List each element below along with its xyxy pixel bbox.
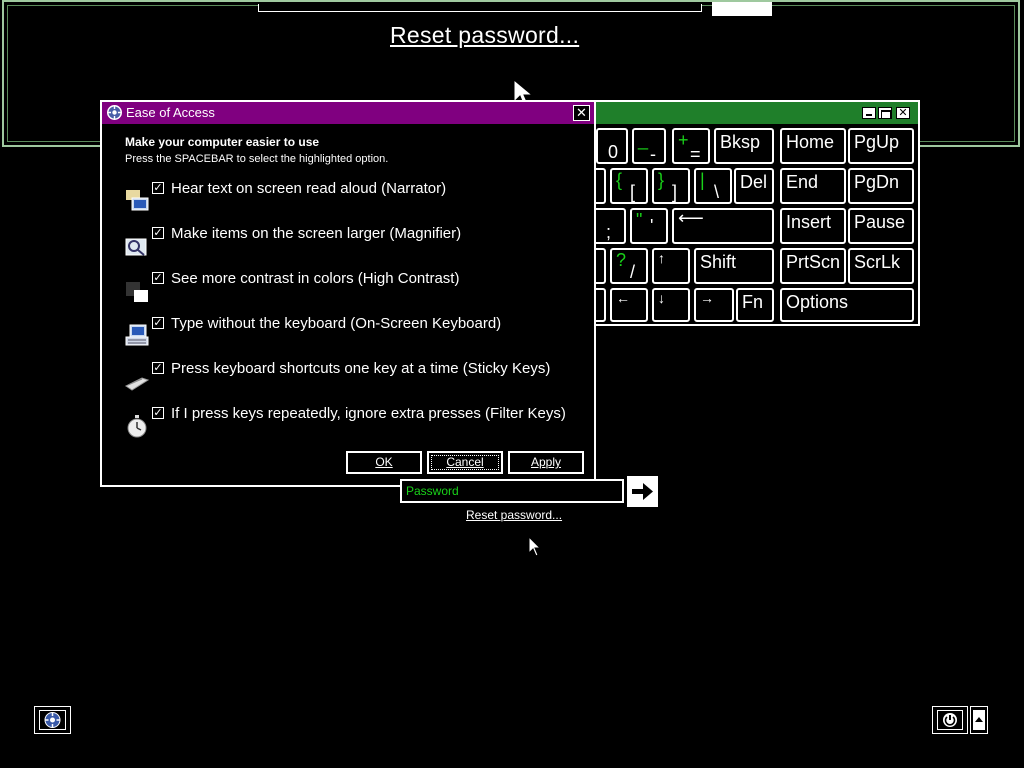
key-enter[interactable]: ⟵	[672, 208, 774, 244]
magnified-button-edge	[712, 2, 772, 16]
password-field[interactable]: Password	[400, 479, 624, 503]
high-contrast-icon	[126, 282, 148, 302]
key-insert[interactable]: Insert	[780, 208, 846, 244]
checkbox-narrator[interactable]: ✓	[152, 182, 164, 194]
key-backslash[interactable]: | \	[694, 168, 732, 204]
mouse-cursor-icon	[528, 537, 542, 557]
stopwatch-icon	[127, 415, 147, 438]
keyboard-icon	[125, 324, 149, 346]
arrow-right-icon	[632, 483, 653, 500]
checkbox-magnifier[interactable]: ✓	[152, 227, 164, 239]
key-end[interactable]: End	[780, 168, 846, 204]
option-label: Hear text on screen read aloud (Narrator…	[171, 180, 447, 197]
key-backspace[interactable]: Bksp	[714, 128, 774, 164]
checkbox-high-contrast[interactable]: ✓	[152, 272, 164, 284]
key-prtscn[interactable]: PrtScn	[780, 248, 846, 284]
key-slash[interactable]: ? /	[610, 248, 648, 284]
checkbox-filter-keys[interactable]: ✓	[152, 407, 164, 419]
password-placeholder: Password	[406, 484, 459, 498]
option-sticky-keys[interactable]: ✓ Press keyboard shortcuts one key at a …	[122, 358, 582, 398]
magnified-reset-password-link: Reset password...	[390, 22, 580, 48]
option-label: If I press keys repeatedly, ignore extra…	[171, 405, 566, 422]
shutdown-button[interactable]	[932, 706, 968, 734]
ok-button[interactable]: OK	[346, 451, 422, 474]
cancel-button[interactable]: Cancel	[427, 451, 503, 474]
magnifier-icon	[125, 238, 147, 256]
checkbox-sticky-keys[interactable]: ✓	[152, 362, 164, 374]
key-equals[interactable]: + =	[672, 128, 710, 164]
maximize-icon[interactable]	[878, 107, 892, 119]
option-label: Make items on the screen larger (Magnifi…	[171, 225, 462, 242]
submit-arrow-button[interactable]	[627, 476, 658, 507]
key-down-arrow[interactable]: ↓	[652, 288, 690, 322]
apply-button[interactable]: Apply	[508, 451, 584, 474]
option-magnifier[interactable]: ✓ Make items on the screen larger (Magni…	[122, 223, 582, 263]
option-label: Press keyboard shortcuts one key at a ti…	[171, 360, 551, 377]
key-0[interactable]: 0	[596, 128, 628, 164]
key-bracket-left[interactable]: {[	[610, 168, 648, 204]
option-filter-keys[interactable]: ✓ If I press keys repeatedly, ignore ext…	[122, 403, 582, 443]
dialog-title: Ease of Access	[126, 105, 215, 120]
minimize-icon[interactable]	[862, 107, 876, 119]
key-scrlk[interactable]: ScrLk	[848, 248, 914, 284]
ease-of-access-dialog: Ease of Access ✕ Make your computer easi…	[100, 100, 596, 487]
option-high-contrast[interactable]: ✓ See more contrast in colors (High Cont…	[122, 268, 582, 308]
option-label: See more contrast in colors (High Contra…	[171, 270, 460, 287]
ease-of-access-icon	[107, 105, 122, 120]
key-delete[interactable]: Del	[734, 168, 774, 204]
keyboard-title-bar: ✕	[594, 102, 918, 124]
dialog-heading: Make your computer easier to use	[125, 135, 320, 149]
key-pgup[interactable]: PgUp	[848, 128, 914, 164]
power-icon	[943, 713, 957, 727]
key-pgdn[interactable]: PgDn	[848, 168, 914, 204]
shutdown-options-button[interactable]	[970, 706, 988, 734]
key-home[interactable]: Home	[780, 128, 846, 164]
key-pause[interactable]: Pause	[848, 208, 914, 244]
chevron-up-icon	[975, 717, 983, 722]
close-icon[interactable]: ✕	[573, 105, 590, 121]
dialog-subtitle: Press the SPACEBAR to select the highlig…	[125, 153, 389, 165]
magnified-field-edge	[258, 4, 702, 12]
ease-of-access-button[interactable]	[34, 706, 71, 734]
sticky-keys-icon	[125, 377, 150, 391]
close-icon[interactable]: ✕	[896, 107, 910, 119]
key-left-arrow[interactable]: ←	[610, 288, 648, 322]
key-bracket-right[interactable]: }]	[652, 168, 690, 204]
key-quote[interactable]: " '	[630, 208, 668, 244]
reset-password-link[interactable]: Reset password...	[466, 508, 562, 522]
key-shift[interactable]: Shift	[694, 248, 774, 284]
checkbox-on-screen-keyboard[interactable]: ✓	[152, 317, 164, 329]
option-on-screen-keyboard[interactable]: ✓ Type without the keyboard (On-Screen K…	[122, 313, 582, 353]
key-right-arrow[interactable]: →	[694, 288, 734, 322]
option-label: Type without the keyboard (On-Screen Key…	[171, 315, 502, 332]
ease-of-access-icon	[44, 712, 61, 728]
dialog-title-bar: Ease of Access ✕	[102, 102, 594, 124]
key-up-arrow[interactable]: ↑	[652, 248, 690, 284]
key-minus[interactable]: _ -	[632, 128, 666, 164]
on-screen-keyboard: ✕ 0 _ - + = Bksp Home PgUp {[ }] | \ Del En…	[590, 100, 920, 326]
key-options[interactable]: Options	[780, 288, 914, 322]
narrator-icon	[126, 190, 149, 211]
option-narrator[interactable]: ✓ Hear text on screen read aloud (Narrat…	[122, 178, 582, 218]
key-fn[interactable]: Fn	[736, 288, 774, 322]
